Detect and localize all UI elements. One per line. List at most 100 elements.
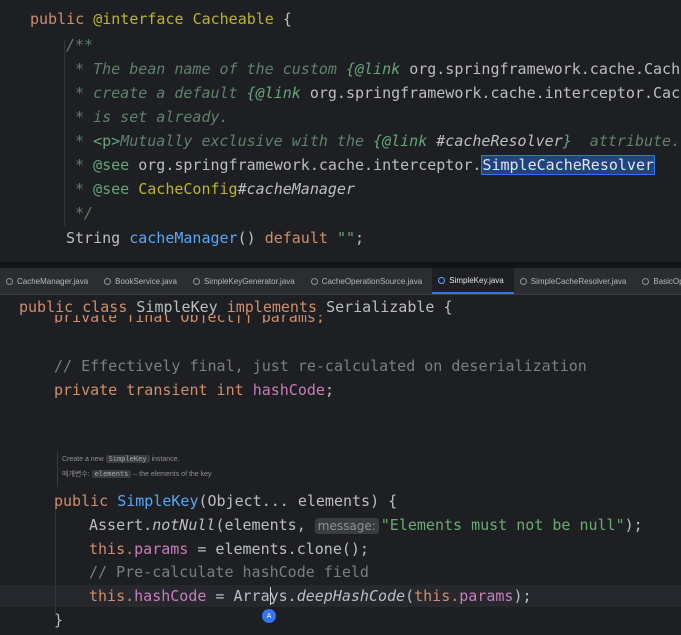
- javadoc-text: Mutually exclusive with the: [120, 132, 374, 150]
- constructor-args: (Object... elements) {: [198, 492, 398, 510]
- indent-guide: [64, 40, 65, 226]
- constructor-name[interactable]: SimpleKey: [117, 492, 198, 510]
- doc-code-chip: elements: [91, 470, 132, 478]
- code-line-hashcode-field[interactable]: private transient int hashCode;: [54, 380, 334, 400]
- code-line-constructor[interactable]: public SimpleKey(Object... elements) {: [54, 491, 397, 511]
- parens: (): [237, 229, 265, 247]
- brace: {: [443, 298, 453, 316]
- closing-brace[interactable]: }: [54, 610, 63, 630]
- field-hashcode[interactable]: hashCode: [134, 587, 206, 605]
- tab-label: CacheManager.java: [17, 276, 89, 286]
- keyword-public: public: [54, 492, 118, 510]
- doc-text: Create a new: [62, 456, 106, 463]
- tab-cacheoperationsource-java[interactable]: CacheOperationSource.java: [305, 268, 433, 294]
- javadoc-line-see-config[interactable]: * @see CacheConfig#cacheManager: [66, 179, 355, 199]
- class-assert[interactable]: Assert.: [89, 516, 152, 534]
- java-class-icon: [104, 277, 112, 285]
- top-editor-pane[interactable]: public @interface Cacheable { /** * The …: [0, 0, 681, 262]
- javadoc-line-bean-name[interactable]: * The bean name of the custom {@link org…: [66, 59, 681, 79]
- method-deephashcode[interactable]: deepHashCode: [297, 587, 405, 605]
- method-notnull[interactable]: notNull: [152, 516, 215, 534]
- java-class-icon: [6, 277, 13, 285]
- open-paren: (: [405, 587, 415, 605]
- semicolon: ;: [324, 381, 334, 399]
- java-class-icon: [519, 277, 527, 285]
- tab-label: SimpleCacheResolver.java: [530, 276, 627, 286]
- field-name[interactable]: hashCode: [253, 381, 325, 399]
- java-class-icon: [438, 276, 446, 284]
- javadoc-link-ref[interactable]: org.springframework.cache.CacheM: [409, 60, 681, 78]
- keyword-class: class: [82, 298, 137, 316]
- tab-cachemanager-java[interactable]: CacheManager.java: [0, 268, 98, 294]
- keyword-this: this.: [89, 587, 135, 605]
- ai-assistant-badge[interactable]: A: [262, 609, 276, 623]
- parameter-hint: message:: [314, 518, 379, 534]
- javadoc-link-ref[interactable]: org.springframework.cache.interceptor.Ca…: [310, 84, 681, 102]
- javadoc-start[interactable]: /**: [66, 35, 93, 55]
- bottom-editor-pane[interactable]: CacheManager.java BookService.java SimpleK…: [0, 268, 681, 635]
- rendered-javadoc[interactable]: Create a new SimpleKey instance. 매개변수: e…: [57, 451, 302, 487]
- javadoc-member-ref[interactable]: cacheManager: [247, 180, 355, 198]
- tab-bookservice-java[interactable]: BookService.java: [98, 268, 187, 294]
- selected-text[interactable]: SimpleCacheResolver: [481, 155, 656, 175]
- code-line-interface-declaration[interactable]: public @interface Cacheable {: [30, 9, 292, 29]
- tab-simplekeygenerator-java[interactable]: SimpleKeyGenerator.java: [187, 268, 305, 294]
- keyword-interface: @interface: [93, 10, 193, 28]
- tab-label: CacheOperationSource.java: [321, 276, 423, 286]
- javadoc-text: attribute.: [571, 132, 681, 150]
- javadoc-link-ref[interactable]: #cacheResolver: [436, 132, 562, 150]
- javadoc-line-set-already[interactable]: * is set already.: [66, 107, 229, 127]
- javadoc-hash: #: [237, 180, 247, 198]
- keyword-implements: implements: [226, 298, 327, 316]
- comment-effectively-final[interactable]: // Effectively final, just re-calculated…: [54, 356, 587, 376]
- keyword-public: public: [30, 10, 94, 28]
- editor-tab-bar: CacheManager.java BookService.java SimpleK…: [0, 268, 681, 295]
- doc-params-label: 매개변수:: [62, 471, 92, 478]
- tab-simplekey-java[interactable]: SimpleKey.java: [432, 268, 514, 294]
- doc-line-description: Create a new SimpleKey instance.: [62, 455, 302, 463]
- args: (elements,: [215, 516, 315, 534]
- field-modifiers: private transient int: [54, 381, 253, 399]
- javadoc-link-tag: {@link: [373, 132, 437, 150]
- java-class-icon: [310, 277, 318, 285]
- tab-label: SimpleKeyGenerator.java: [203, 276, 295, 286]
- sticky-class-header[interactable]: public class SimpleKey implements Serial…: [19, 297, 453, 317]
- class-arrays-b[interactable]: s.: [279, 587, 297, 605]
- code-line-cache-manager[interactable]: String cacheManager() default "";: [66, 228, 364, 248]
- javadoc-link-tag: {@link: [345, 60, 410, 78]
- javadoc-text: *: [66, 156, 94, 174]
- tab-basicoperation[interactable]: BasicOperation: [636, 268, 681, 294]
- javadoc-line-mutually-exclusive[interactable]: * <p>Mutually exclusive with the {@link …: [66, 131, 680, 151]
- javadoc-link-ref[interactable]: org.springframework.cache.interceptor.: [138, 156, 481, 174]
- javadoc-see-tag: @see: [93, 180, 139, 198]
- keyword-this: this.: [89, 540, 135, 558]
- assign-op: =: [206, 587, 234, 605]
- code-line-hashcode-assign[interactable]: this.hashCode = Arrays.deepHashCode(this…: [89, 586, 532, 606]
- code-line-assert[interactable]: Assert.notNull(elements, message: "Elemen…: [89, 515, 643, 535]
- java-class-icon: [642, 277, 650, 285]
- string-literal: "Elements must not be null": [380, 516, 625, 534]
- javadoc-class-ref[interactable]: CacheConfig: [138, 180, 237, 198]
- javadoc-line-create-default[interactable]: * create a default {@link org.springfram…: [66, 83, 681, 103]
- javadoc-end[interactable]: */: [66, 203, 93, 223]
- partially-hidden-line: private final Object[] params;: [54, 315, 325, 323]
- keyword-default: default: [264, 229, 337, 247]
- tab-simplecacheresolver-java[interactable]: SimpleCacheResolver.java: [514, 268, 637, 294]
- interface-name[interactable]: Serializable: [326, 298, 443, 316]
- method-name[interactable]: cacheManager: [129, 229, 237, 247]
- doc-line-params: 매개변수: elements – the elements of the key: [62, 469, 302, 479]
- interface-name: Cacheable: [192, 10, 283, 28]
- javadoc-text: * The bean name of the custom: [66, 60, 346, 78]
- string-literal: "": [336, 229, 355, 247]
- class-arrays-a[interactable]: Array: [234, 587, 279, 605]
- class-name[interactable]: SimpleKey: [136, 298, 226, 316]
- java-class-icon: [192, 277, 200, 285]
- code-line-params-assign[interactable]: this.params = elements.clone();: [89, 539, 369, 559]
- javadoc-line-see-resolver[interactable]: * @see org.springframework.cache.interce…: [66, 155, 656, 175]
- field-params[interactable]: params: [134, 540, 188, 558]
- keyword-public: public: [19, 298, 83, 316]
- text-caret: [270, 587, 271, 605]
- close-paren: );: [624, 516, 643, 534]
- comment-precalculate[interactable]: // Pre-calculate hashCode field: [89, 562, 369, 582]
- field-params[interactable]: params: [459, 587, 513, 605]
